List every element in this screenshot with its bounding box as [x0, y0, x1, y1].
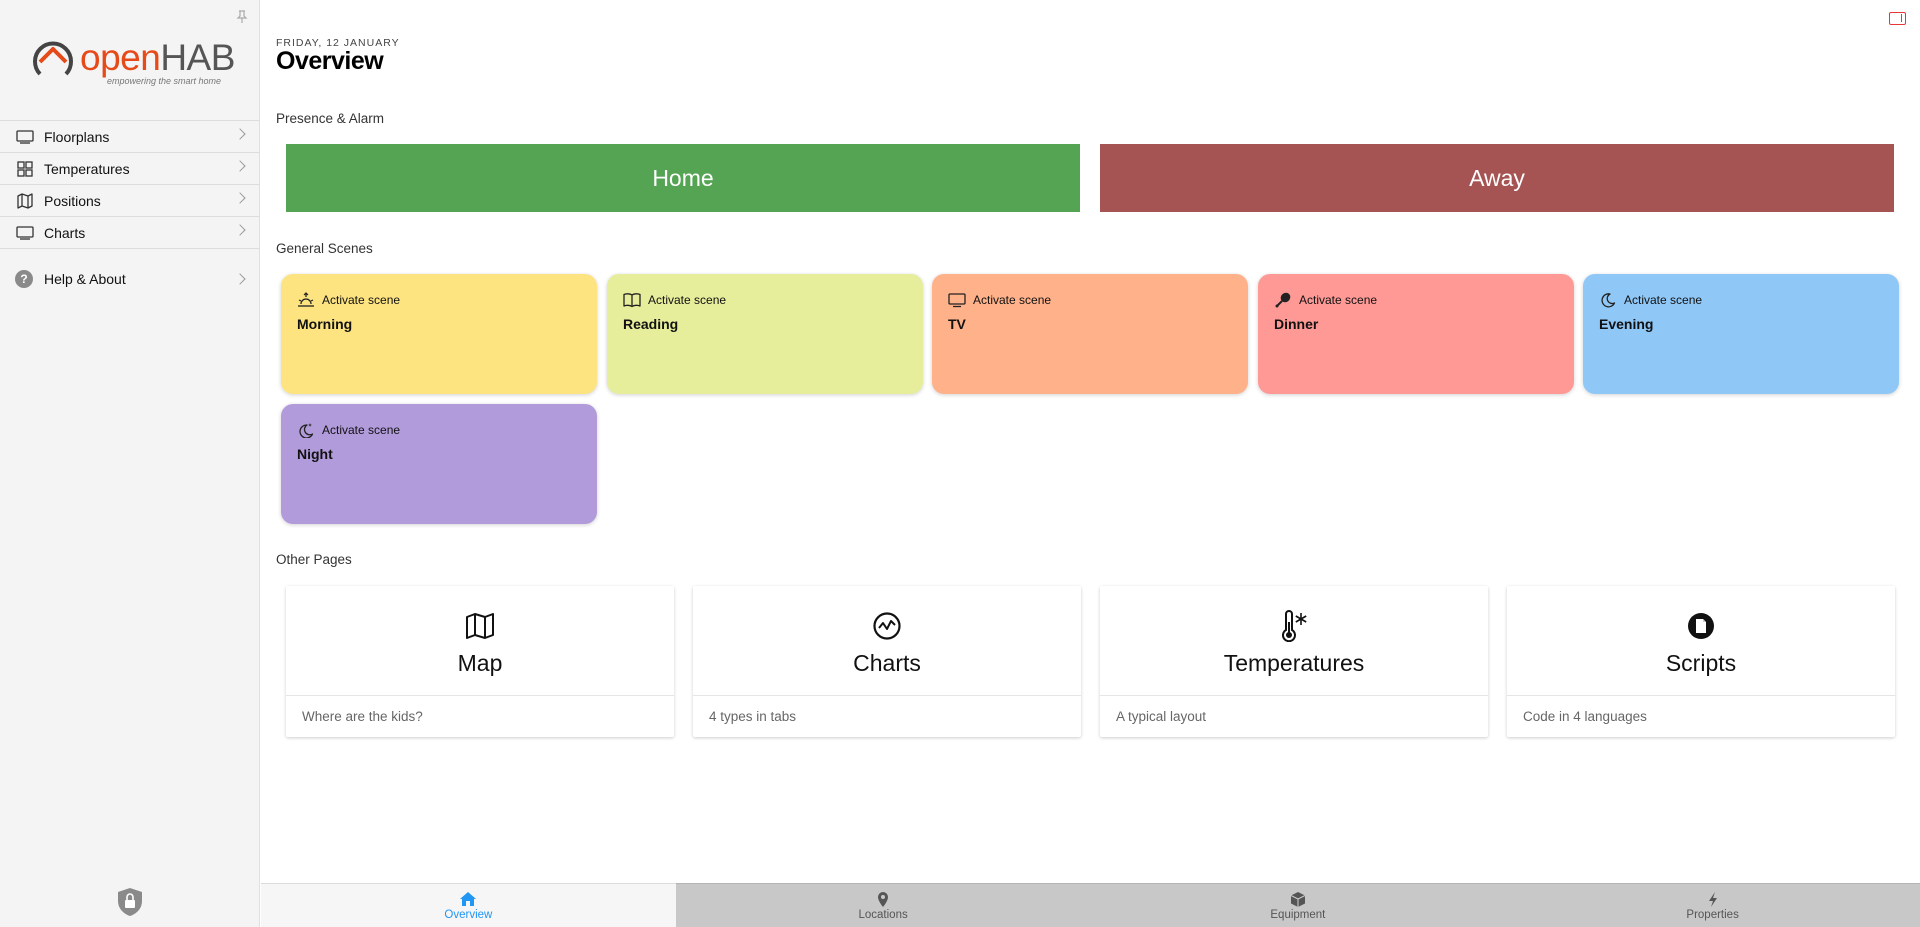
- sidebar: openHAB empowering the smart home Floorp…: [0, 0, 260, 927]
- scene-name: Morning: [297, 316, 353, 332]
- scene-card-night[interactable]: Activate scene Night: [281, 404, 597, 524]
- logo-tagline: empowering the smart home: [107, 76, 222, 86]
- page-card-footer: Code in 4 languages: [1523, 709, 1647, 724]
- openhab-logo-icon: [33, 41, 73, 76]
- page-card-map[interactable]: Map Where are the kids?: [286, 586, 674, 737]
- section-presence-label: Presence & Alarm: [276, 111, 385, 126]
- map-icon: [463, 609, 497, 643]
- logo-word-hab: HAB: [160, 37, 235, 78]
- sidebar-menu: Floorplans Temperatures Positions Charts: [0, 120, 259, 249]
- panel-toggle-icon[interactable]: [1889, 12, 1906, 25]
- chevron-right-icon: [234, 192, 246, 204]
- scene-card-reading[interactable]: Activate scene Reading: [607, 274, 923, 394]
- sidebar-item-label: Help & About: [44, 271, 126, 287]
- moon-icon: [1599, 292, 1617, 308]
- scene-name: Evening: [1599, 316, 1654, 332]
- page-card-temperatures[interactable]: Temperatures A typical layout: [1100, 586, 1488, 737]
- display-icon: [15, 129, 35, 145]
- scene-name: Dinner: [1274, 316, 1319, 332]
- scene-action-label: Activate scene: [1624, 293, 1703, 307]
- bottom-tabbar: Overview Locations Equipment Properties: [261, 883, 1920, 927]
- page-card-charts[interactable]: Charts 4 types in tabs: [693, 586, 1081, 737]
- page-title: Overview: [276, 47, 384, 75]
- scene-name: Reading: [623, 316, 679, 332]
- thermometer-snow-icon: [1277, 609, 1311, 643]
- display-icon: [15, 225, 35, 241]
- chart-icon: [870, 609, 904, 643]
- book-icon: [623, 292, 641, 308]
- scene-name: Night: [297, 446, 333, 462]
- openhab-logo: openHAB empowering the smart home: [30, 30, 235, 86]
- page-card-title: Scripts: [1665, 650, 1737, 676]
- scene-card-dinner[interactable]: Activate scene Dinner: [1258, 274, 1574, 394]
- location-pin-icon: [877, 890, 889, 908]
- tab-equipment[interactable]: Equipment: [1090, 883, 1506, 927]
- sidebar-item-charts[interactable]: Charts: [0, 217, 259, 249]
- page-card-title: Temperatures: [1223, 650, 1365, 676]
- lock-button[interactable]: [116, 887, 144, 917]
- sidebar-item-temperatures[interactable]: Temperatures: [0, 153, 259, 185]
- scene-action-label: Activate scene: [973, 293, 1052, 307]
- grid-icon: [15, 160, 35, 177]
- sunrise-icon: [297, 292, 315, 308]
- chevron-right-icon: [234, 224, 246, 236]
- chevron-right-icon: [234, 273, 246, 285]
- drumstick-icon: [1274, 292, 1292, 308]
- scene-card-tv[interactable]: Activate scene TV: [932, 274, 1248, 394]
- sidebar-item-help-about[interactable]: ? Help & About: [0, 263, 259, 295]
- tab-properties[interactable]: Properties: [1505, 883, 1920, 927]
- bolt-icon: [1707, 890, 1719, 908]
- main-content: FRIDAY, 12 JANUARY Overview Presence & A…: [261, 0, 1920, 883]
- away-button[interactable]: Away: [1100, 144, 1894, 212]
- scene-action-label: Activate scene: [648, 293, 727, 307]
- chevron-right-icon: [234, 160, 246, 172]
- map-icon: [15, 192, 35, 209]
- page-card-title: Map: [457, 650, 503, 676]
- page-card-title: Charts: [853, 650, 921, 676]
- house-icon: [459, 890, 477, 908]
- page-card-footer: Where are the kids?: [302, 709, 423, 724]
- scene-card-evening[interactable]: Activate scene Evening: [1583, 274, 1899, 394]
- question-icon: ?: [15, 270, 33, 288]
- scene-action-label: Activate scene: [322, 423, 401, 437]
- moon-stars-icon: [297, 422, 315, 438]
- sidebar-item-label: Positions: [44, 192, 101, 209]
- cube-icon: [1290, 890, 1306, 908]
- scene-name: TV: [948, 316, 966, 332]
- tab-locations[interactable]: Locations: [675, 883, 1091, 927]
- page-card-footer: A typical layout: [1116, 709, 1207, 724]
- pin-icon[interactable]: [235, 10, 249, 24]
- sidebar-item-positions[interactable]: Positions: [0, 185, 259, 217]
- scene-card-morning[interactable]: Activate scene Morning: [281, 274, 597, 394]
- tab-overview[interactable]: Overview: [261, 883, 676, 927]
- scene-action-label: Activate scene: [1299, 293, 1378, 307]
- sidebar-item-label: Floorplans: [44, 128, 110, 145]
- tab-label: Equipment: [1270, 909, 1326, 921]
- section-scenes-label: General Scenes: [276, 241, 373, 256]
- section-other-pages-label: Other Pages: [276, 552, 352, 567]
- sidebar-item-label: Charts: [44, 224, 86, 241]
- page-card-footer: 4 types in tabs: [709, 709, 797, 724]
- tab-label: Overview: [444, 909, 493, 921]
- tab-label: Properties: [1686, 909, 1739, 921]
- home-button[interactable]: Home: [286, 144, 1080, 212]
- document-icon: [1684, 609, 1718, 643]
- sidebar-item-floorplans[interactable]: Floorplans: [0, 121, 259, 153]
- page-card-scripts[interactable]: Scripts Code in 4 languages: [1507, 586, 1895, 737]
- scene-action-label: Activate scene: [322, 293, 401, 307]
- chevron-right-icon: [234, 128, 246, 140]
- logo-word-open: open: [80, 37, 161, 78]
- sidebar-item-label: Temperatures: [44, 160, 130, 177]
- tab-label: Locations: [858, 909, 908, 921]
- tv-icon: [948, 292, 966, 308]
- shield-lock-icon: [118, 888, 142, 916]
